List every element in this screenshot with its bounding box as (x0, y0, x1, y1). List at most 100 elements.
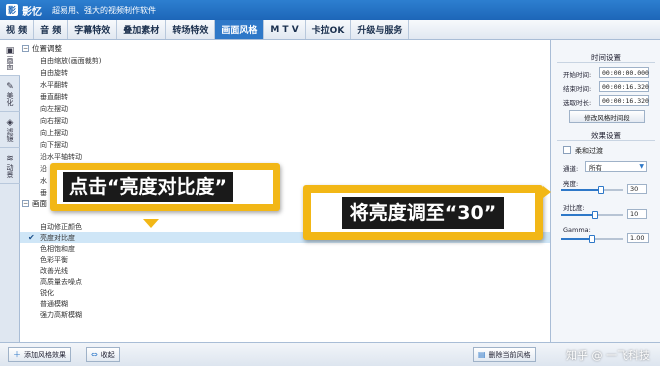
collapse-button[interactable]: ⇔ 收起 (86, 347, 120, 362)
wave-icon: ≋ (6, 153, 14, 164)
tab-label: 画面 (6, 55, 14, 70)
list-item[interactable]: 向上摆动 (20, 127, 550, 138)
brightness-slider-handle[interactable] (598, 186, 605, 194)
list-item[interactable]: 强力高斯模糊 (20, 309, 550, 320)
tab-label: 动景 (6, 163, 14, 178)
brightness-label: 亮度: (563, 180, 579, 188)
list-item[interactable]: 向下摆动 (20, 139, 550, 150)
gamma-value-field[interactable]: 1.00 (627, 233, 649, 243)
start-time-field[interactable]: 00:00:00.000 (599, 67, 649, 78)
duration-field[interactable]: 00:00:16.320 (599, 95, 649, 106)
item-label: 自由旋转 (40, 68, 68, 77)
item-label: 自由缩放(画面裁剪) (40, 56, 102, 65)
soft-transition-checkbox[interactable] (563, 146, 571, 154)
tab-motion[interactable]: ≋ 动景 (0, 148, 20, 184)
brightness-value-field[interactable]: 30 (627, 184, 647, 194)
group-position-adjust[interactable]: − 位置调整 (22, 43, 62, 54)
menu-karaoke[interactable]: 卡拉OK (306, 20, 352, 39)
contrast-slider-fill (561, 214, 596, 216)
channel-label: 通道: (563, 165, 579, 173)
item-label: 沿水平轴转动 (40, 152, 82, 161)
menu-video[interactable]: 视 频 (0, 20, 35, 39)
left-tab-bar: ▣ 画面 ✎ 美化 ◈ 滤镜 ≋ 动景 (0, 40, 20, 342)
list-item[interactable]: 向左摆动 (20, 103, 550, 114)
menu-picture-style[interactable]: 画面风格 (215, 20, 265, 39)
item-label: 向左摆动 (40, 104, 68, 113)
item-label: 强力高斯模糊 (40, 310, 82, 319)
tab-beautify[interactable]: ✎ 美化 (0, 76, 20, 112)
contrast-slider[interactable] (561, 211, 623, 219)
end-time-label: 结束时间: (563, 85, 592, 93)
item-label: 水 (40, 176, 47, 185)
callout-inner: 将亮度调至“30” (311, 193, 535, 232)
delete-current-style-button[interactable]: ▤ 删除当前风格 (473, 347, 536, 362)
gamma-slider-handle[interactable] (589, 235, 595, 243)
contrast-value-field[interactable]: 10 (627, 209, 647, 219)
callout-text: 点击“亮度对比度” (63, 172, 233, 202)
channel-select[interactable]: 所有 ▼ (585, 161, 647, 172)
duration-label: 选取时长: (563, 99, 592, 107)
instruction-callout-brightness: 将亮度调至“30” (303, 185, 543, 240)
button-label: 添加风格效果 (24, 350, 66, 359)
item-label: 向右摆动 (40, 116, 68, 125)
item-label: 亮度对比度 (40, 233, 75, 242)
list-item[interactable]: 改善光线 (20, 265, 550, 276)
tab-picture[interactable]: ▣ 画面 (0, 40, 20, 76)
filter-icon: ◈ (6, 117, 14, 128)
list-item[interactable]: 色相饱和度 (20, 243, 550, 254)
start-time-label: 开始时间: (563, 71, 592, 79)
app-name: 影忆 (22, 6, 42, 18)
menu-transition-effects[interactable]: 转场特效 (166, 20, 216, 39)
collapse-icon[interactable]: − (22, 200, 29, 207)
main-menu-bar: 视 频 音 频 字幕特效 叠加素材 转场特效 画面风格 M T V 卡拉OK 升… (0, 20, 660, 40)
bottom-toolbar: ＋ 添加风格效果 ⇔ 收起 ▤ 删除当前风格 知乎 @ 一飞科技 (0, 342, 660, 366)
menu-upgrade-service[interactable]: 升级与服务 (351, 20, 410, 39)
gamma-label: Gamma: (563, 226, 591, 234)
list-item[interactable]: 自由旋转 (20, 67, 550, 78)
add-style-effect-button[interactable]: ＋ 添加风格效果 (8, 347, 71, 362)
menu-overlay-material[interactable]: 叠加素材 (117, 20, 167, 39)
gamma-slider[interactable] (561, 235, 623, 243)
list-item[interactable]: 水平翻转 (20, 79, 550, 90)
item-label: 水平翻转 (40, 80, 68, 89)
picture-icon: ▣ (5, 45, 15, 56)
instruction-callout-click: 点击“亮度对比度” (50, 163, 280, 211)
soft-transition-label: 柔和过渡 (575, 147, 603, 155)
tab-label: 美化 (6, 91, 14, 106)
collapse-icon[interactable]: − (22, 45, 29, 52)
modify-time-range-button[interactable]: 修改风格时间段 (569, 110, 645, 123)
button-label: 删除当前风格 (488, 350, 531, 359)
end-time-field[interactable]: 00:00:16.320 (599, 81, 649, 92)
menu-subtitle-effects[interactable]: 字幕特效 (68, 20, 118, 39)
brush-icon: ✎ (6, 81, 14, 92)
brightness-slider[interactable] (561, 186, 623, 194)
list-item[interactable]: 垂直翻转 (20, 91, 550, 102)
menu-audio[interactable]: 音 频 (34, 20, 69, 39)
callout-pointer (543, 186, 551, 198)
watermark: 知乎 @ 一飞科技 (566, 349, 650, 362)
divider (557, 140, 655, 141)
list-item[interactable]: 色彩平衡 (20, 254, 550, 265)
callout-text: 将亮度调至“30” (341, 196, 505, 229)
group-picture[interactable]: − 画面 (22, 198, 47, 209)
group-label: 画面 (32, 199, 47, 208)
item-label: 普通模糊 (40, 299, 68, 308)
add-icon: ＋ (13, 350, 21, 359)
list-item[interactable]: 自由缩放(画面裁剪) (20, 55, 550, 66)
button-label: 收起 (100, 350, 115, 359)
app-tagline: 超易用、强大的视频制作软件 (52, 5, 156, 15)
callout-inner: 点击“亮度对比度” (57, 170, 273, 204)
item-label: 向上摆动 (40, 128, 68, 137)
list-item[interactable]: 向右摆动 (20, 115, 550, 126)
contrast-label: 对比度: (563, 204, 585, 212)
list-item[interactable]: 高质量去噪点 (20, 276, 550, 287)
channel-value: 所有 (589, 163, 602, 172)
item-label: 垂 (40, 188, 47, 197)
contrast-slider-handle[interactable] (592, 211, 599, 219)
list-item[interactable]: 普通模糊 (20, 298, 550, 309)
list-item[interactable]: 锐化 (20, 287, 550, 298)
tab-filter[interactable]: ◈ 滤镜 (0, 112, 20, 148)
collapse-arrows-icon: ⇔ (91, 350, 98, 359)
list-item[interactable]: 沿水平轴转动 (20, 151, 550, 162)
menu-mtv[interactable]: M T V (264, 20, 306, 39)
